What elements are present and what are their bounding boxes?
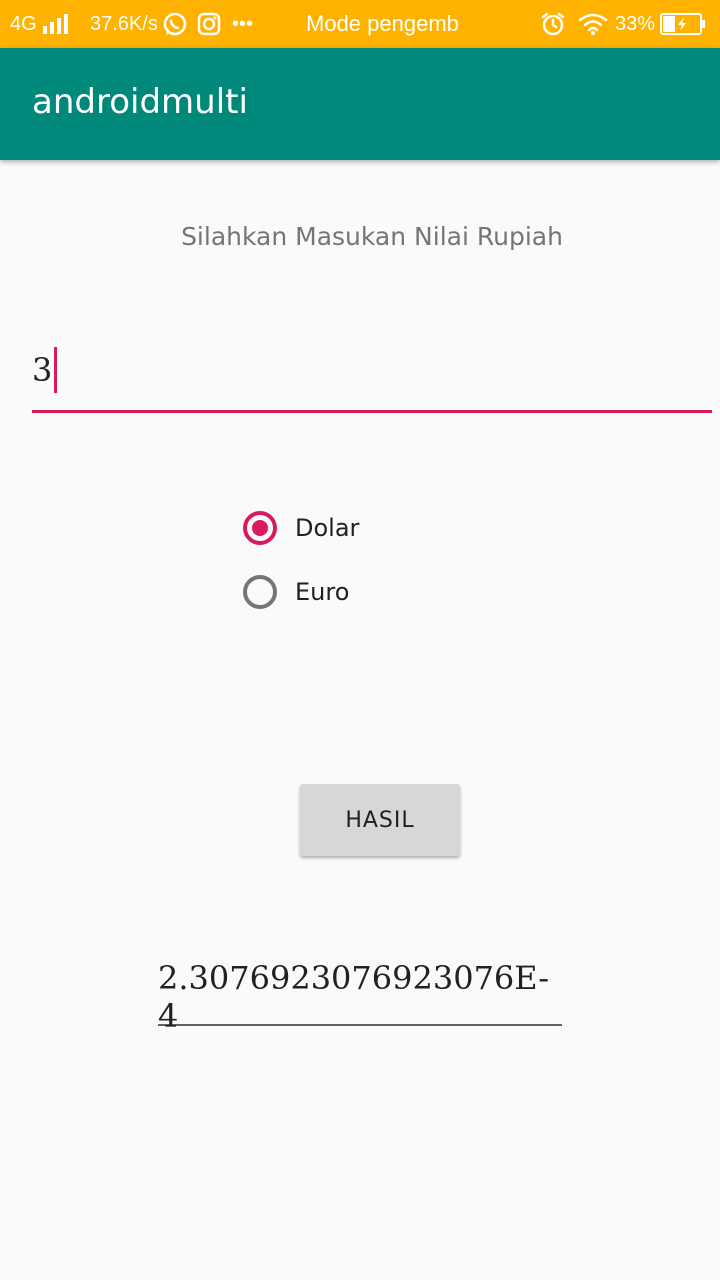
radio-button-unchecked-icon[interactable]: [243, 575, 277, 609]
whatsapp-icon: [162, 0, 188, 48]
radio-dolar[interactable]: Dolar: [243, 511, 359, 545]
instagram-icon: [197, 0, 221, 48]
radio-button-checked-icon[interactable]: [243, 511, 277, 545]
hasil-button[interactable]: HASIL: [300, 784, 460, 856]
signal-icon: [42, 14, 68, 34]
network-type: 4G: [10, 12, 37, 35]
rupiah-input[interactable]: 3: [32, 330, 712, 413]
app-title: androidmulti: [32, 82, 248, 122]
more-notifications-icon: •••: [232, 12, 254, 35]
network-indicator: 4G: [10, 0, 68, 48]
rupiah-input-value: 3: [32, 351, 53, 389]
status-bar: 4G 37.6K/s ••• Mode pengemb 33%: [0, 0, 720, 48]
result-field: 2.3076923076923076E-4: [158, 959, 562, 1035]
radio-euro[interactable]: Euro: [243, 575, 349, 609]
battery-charging-icon: [660, 0, 706, 48]
result-value: 2.3076923076923076E-4: [158, 959, 550, 1035]
app-bar: androidmulti: [0, 48, 720, 160]
notification-text: Mode pengemb: [306, 11, 459, 36]
input-prompt-label: Silahkan Masukan Nilai Rupiah: [181, 222, 563, 251]
alarm-icon: [540, 0, 566, 48]
wifi-icon: [578, 0, 608, 48]
radio-euro-label: Euro: [295, 578, 350, 606]
network-speed: 37.6K/s: [90, 12, 158, 35]
text-cursor: [54, 347, 58, 393]
battery-percent: 33%: [615, 12, 656, 35]
radio-dolar-label: Dolar: [295, 514, 360, 542]
